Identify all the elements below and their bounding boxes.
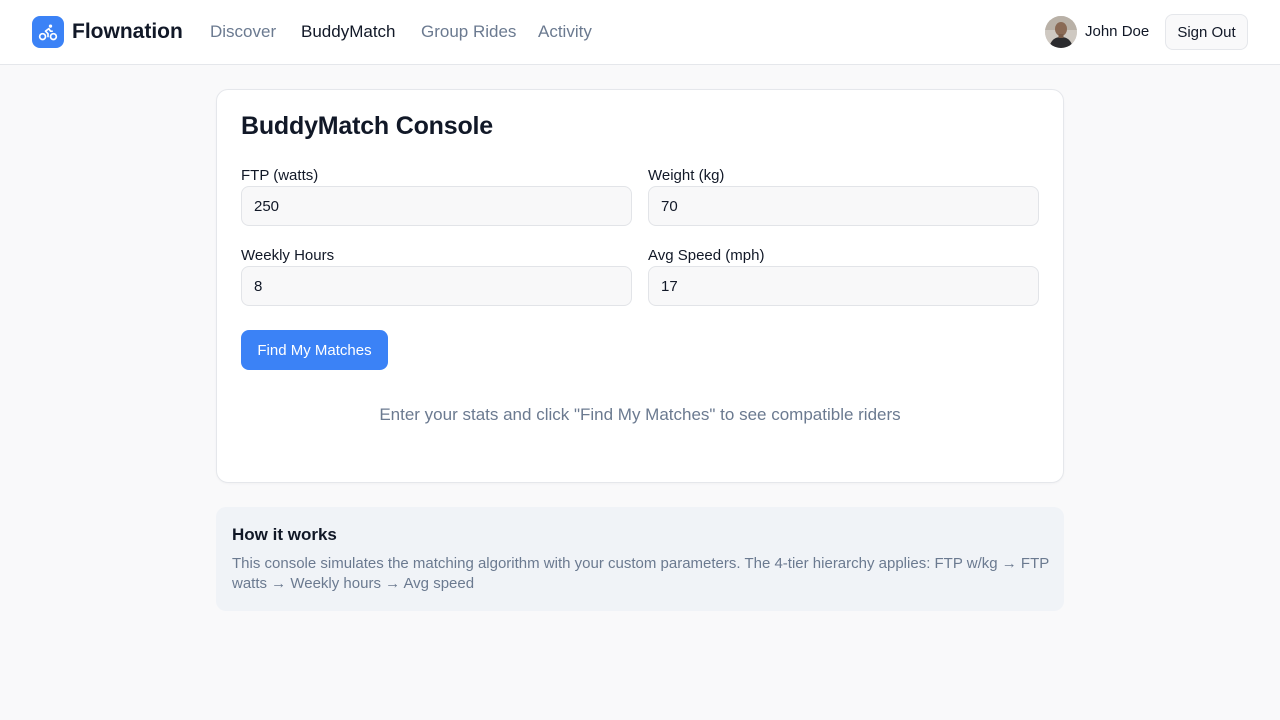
avatar[interactable] — [1045, 16, 1077, 48]
user-name: John Doe — [1085, 23, 1150, 40]
nav-item-activity[interactable]: Activity — [538, 22, 592, 42]
top-navigation-bar: Flownation Discover BuddyMatch Group Rid… — [0, 0, 1280, 65]
weight-input[interactable] — [648, 186, 1039, 226]
weekly-hours-input[interactable] — [241, 266, 632, 306]
how-it-works-panel: How it works This console simulates the … — [216, 507, 1064, 611]
avg-speed-input[interactable] — [648, 266, 1039, 306]
nav-item-group-rides[interactable]: Group Rides — [421, 22, 516, 42]
how-it-works-title: How it works — [232, 525, 337, 544]
page-title: BuddyMatch Console — [241, 112, 493, 140]
ftp-label: FTP (watts) — [241, 167, 319, 184]
empty-state-hint: Enter your stats and click "Find My Matc… — [379, 405, 901, 424]
how-it-works-text: This console simulates the matching algo… — [232, 555, 1049, 592]
avg-speed-label: Avg Speed (mph) — [648, 247, 765, 264]
ftp-input[interactable] — [241, 186, 632, 226]
weekly-hours-label: Weekly Hours — [241, 247, 335, 264]
bicycle-icon[interactable] — [32, 16, 64, 48]
weight-label: Weight (kg) — [648, 167, 725, 184]
nav-item-discover[interactable]: Discover — [210, 22, 276, 42]
brand-name[interactable]: Flownation — [72, 19, 183, 45]
buddymatch-console-card: BuddyMatch Console FTP (watts) Weight (k… — [216, 89, 1064, 483]
find-matches-button[interactable]: Find My Matches — [241, 330, 388, 370]
nav-item-buddymatch[interactable]: BuddyMatch — [301, 22, 396, 42]
sign-out-button[interactable]: Sign Out — [1165, 14, 1248, 50]
